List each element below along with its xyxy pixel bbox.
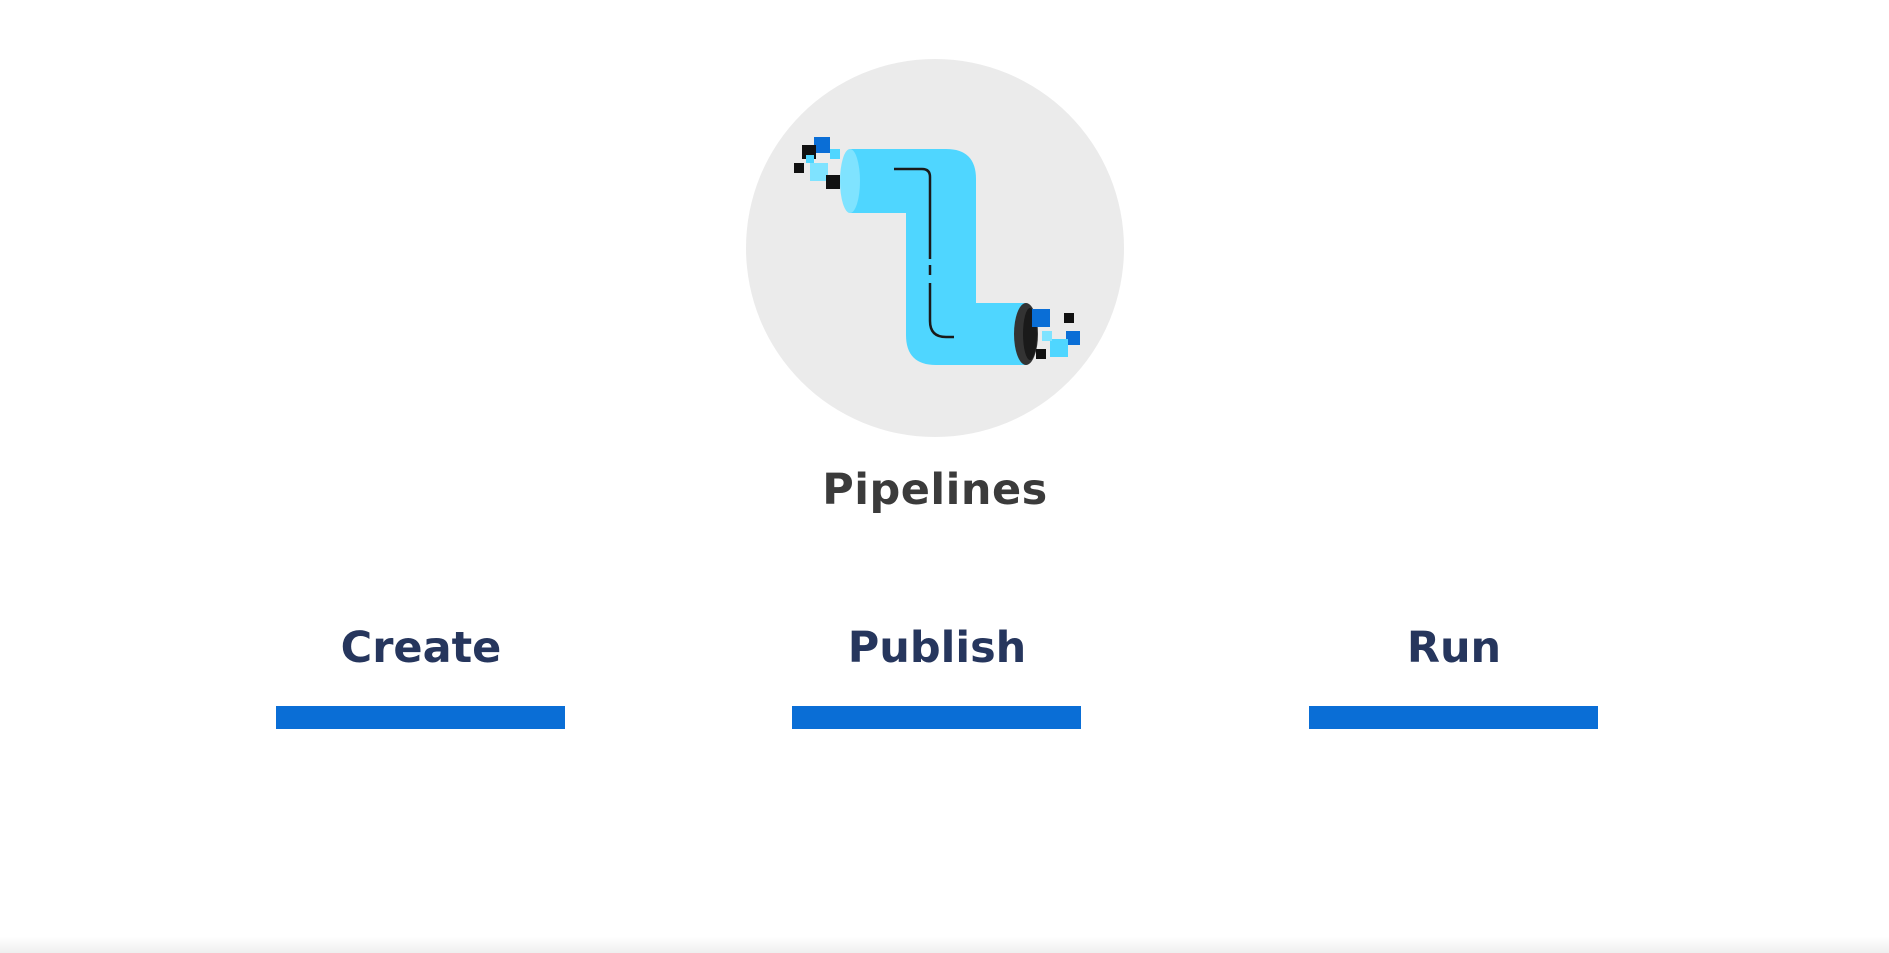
step-publish: Publish <box>792 618 1082 729</box>
step-create: Create <box>276 618 566 729</box>
pipeline-icon <box>794 137 1080 365</box>
pipelines-badge <box>746 59 1124 437</box>
step-publish-bar <box>792 706 1081 729</box>
step-create-bar <box>276 706 565 729</box>
step-run-bar <box>1309 706 1598 729</box>
page-title: Pipelines <box>822 465 1048 515</box>
slide: Pipelines Create Publish Run <box>0 0 1889 953</box>
step-run-label: Run <box>1406 623 1502 673</box>
step-publish-label: Publish <box>847 623 1027 673</box>
bottom-edge-shade <box>0 937 1889 953</box>
step-create-label: Create <box>340 623 502 673</box>
step-run: Run <box>1309 618 1599 729</box>
